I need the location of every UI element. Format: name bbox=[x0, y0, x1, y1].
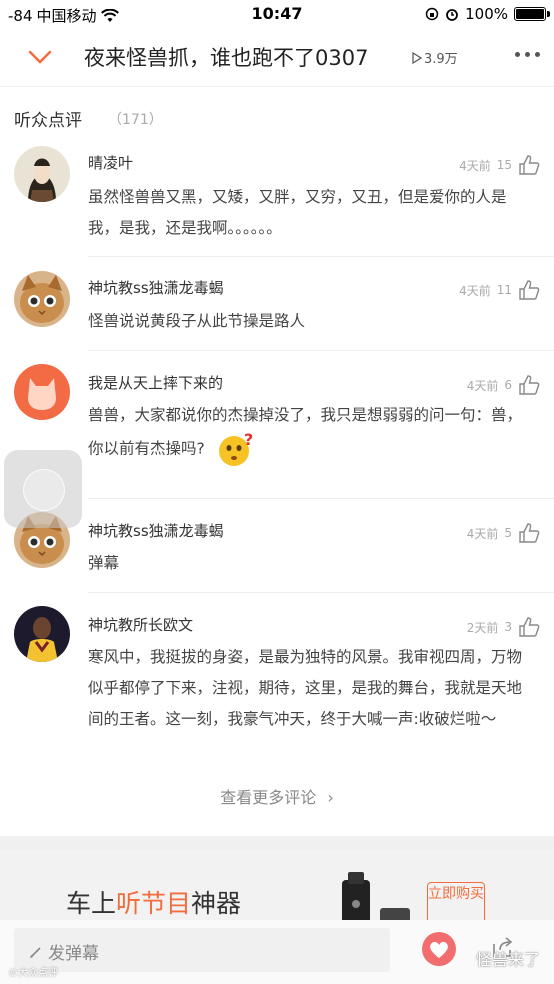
comment-meta: 4天前 5 bbox=[467, 522, 540, 544]
play-icon bbox=[412, 51, 422, 64]
section-separator bbox=[0, 836, 554, 850]
thumbs-up-icon[interactable] bbox=[518, 522, 540, 544]
car-charger-image bbox=[342, 872, 410, 920]
thumbs-up-icon[interactable] bbox=[518, 616, 540, 638]
danmu-placeholder: 发弹幕 bbox=[48, 944, 99, 964]
heart-icon bbox=[430, 941, 448, 958]
comment-time: 4天前 bbox=[459, 283, 491, 298]
comment-count: （171） bbox=[108, 112, 163, 128]
ad-highlight: 听节目 bbox=[116, 889, 192, 918]
rotation-lock-icon bbox=[425, 7, 439, 21]
like-count: 6 bbox=[504, 378, 512, 392]
comment-meta: 4天前 11 bbox=[459, 279, 540, 301]
thumbs-up-icon[interactable] bbox=[518, 279, 540, 301]
commenter-name[interactable]: 晴凌叶 bbox=[88, 152, 133, 173]
thinking-emoji-icon: ? bbox=[218, 430, 253, 466]
more-comments-label: 查看更多评论 bbox=[220, 788, 317, 807]
commenter-name[interactable]: 神坑教ss独潇龙毒蝎 bbox=[88, 277, 224, 298]
divider bbox=[88, 592, 554, 593]
floating-assistive-button[interactable] bbox=[4, 450, 82, 528]
section-title: 听众点评 bbox=[14, 111, 82, 131]
ad-prefix: 车上 bbox=[66, 889, 117, 918]
battery-percentage: 100% bbox=[465, 5, 508, 23]
avatar[interactable] bbox=[14, 271, 70, 327]
avatar[interactable] bbox=[14, 606, 70, 662]
divider bbox=[88, 350, 554, 351]
avatar[interactable] bbox=[14, 364, 70, 420]
more-options-button[interactable] bbox=[515, 52, 540, 57]
ad-suffix: 神器 bbox=[191, 889, 242, 918]
comment-text: 虽然怪兽兽又黑，又矮，又胖，又穷，又丑，但是爱你的人是我，是我，还是我啊。。。。… bbox=[88, 188, 507, 237]
bottom-bar: 发弹幕 怪兽来了 ©大众点评 bbox=[0, 920, 554, 984]
thumbs-up-icon[interactable] bbox=[518, 154, 540, 176]
commenter-name[interactable]: 神坑教ss独潇龙毒蝎 bbox=[88, 520, 224, 541]
comment-time: 2天前 bbox=[466, 620, 499, 635]
commenter-name[interactable]: 我是从天上摔下来的 bbox=[88, 372, 223, 393]
watermark-small: ©大众点评 bbox=[8, 968, 58, 979]
chevron-right-icon: › bbox=[327, 788, 334, 807]
more-dot bbox=[535, 52, 540, 57]
comment-time: 4天前 bbox=[459, 158, 491, 173]
avatar[interactable] bbox=[14, 146, 70, 202]
more-dot bbox=[525, 52, 530, 57]
play-count-value: 3.9万 bbox=[424, 52, 458, 67]
comment-time: 4天前 bbox=[466, 526, 499, 541]
divider bbox=[88, 256, 554, 257]
commenter-name[interactable]: 神坑教所长欧文 bbox=[88, 614, 193, 635]
comment-text: 弹幕 bbox=[88, 554, 120, 572]
danmu-input[interactable]: 发弹幕 bbox=[14, 928, 390, 972]
ad-banner[interactable]: 车上听节目神器 立即购买 bbox=[0, 850, 554, 920]
like-count: 5 bbox=[504, 526, 512, 540]
floating-button-dot bbox=[23, 469, 65, 511]
thumbs-up-icon[interactable] bbox=[518, 374, 540, 396]
svg-text:?: ? bbox=[244, 431, 253, 449]
comment-meta: 2天前 3 bbox=[467, 616, 540, 638]
alarm-icon bbox=[446, 9, 459, 21]
comment-meta: 4天前 6 bbox=[467, 374, 540, 396]
like-count: 11 bbox=[496, 283, 512, 297]
play-count: 3.9万 bbox=[412, 48, 458, 67]
episode-title: 夜来怪兽抓，谁也跑不了0307 bbox=[84, 46, 369, 70]
ad-slogan: 车上听节目神器 bbox=[66, 884, 241, 920]
watermark: 怪兽来了 bbox=[475, 950, 540, 969]
buy-now-button[interactable]: 立即购买 bbox=[427, 882, 485, 920]
comment-text: 寒风中，我挺拔的身姿，是最为独特的风景。我审视四周，万物似乎都停了下来，注视，期… bbox=[88, 648, 523, 728]
like-count: 15 bbox=[496, 158, 512, 172]
like-count: 3 bbox=[504, 620, 512, 634]
more-comments-link[interactable]: 查看更多评论 › bbox=[0, 784, 554, 808]
like-heart-button[interactable] bbox=[422, 932, 456, 966]
comment-text: 怪兽说说黄段子从此节操是路人 bbox=[88, 312, 306, 330]
pencil-icon bbox=[30, 946, 41, 958]
comment-time: 4天前 bbox=[466, 378, 499, 393]
comment-text-body: 兽兽，大家都说你的杰操掉没了，我只是想弱弱的问一句：兽，你以前有杰操吗? bbox=[88, 406, 523, 458]
divider bbox=[88, 498, 554, 499]
status-bar: -84 中国移动 10:47 100% bbox=[0, 0, 554, 30]
battery-icon bbox=[514, 7, 550, 21]
comment-meta: 4天前 15 bbox=[459, 154, 540, 176]
player-header: 夜来怪兽抓，谁也跑不了0307 3.9万 bbox=[0, 30, 554, 87]
danmu-input-label: 发弹幕 bbox=[28, 939, 99, 964]
comment-text: 兽兽，大家都说你的杰操掉没了，我只是想弱弱的问一句：兽，你以前有杰操吗? ? bbox=[88, 400, 528, 467]
chevron-down-icon[interactable] bbox=[26, 44, 54, 70]
more-dot bbox=[515, 52, 520, 57]
